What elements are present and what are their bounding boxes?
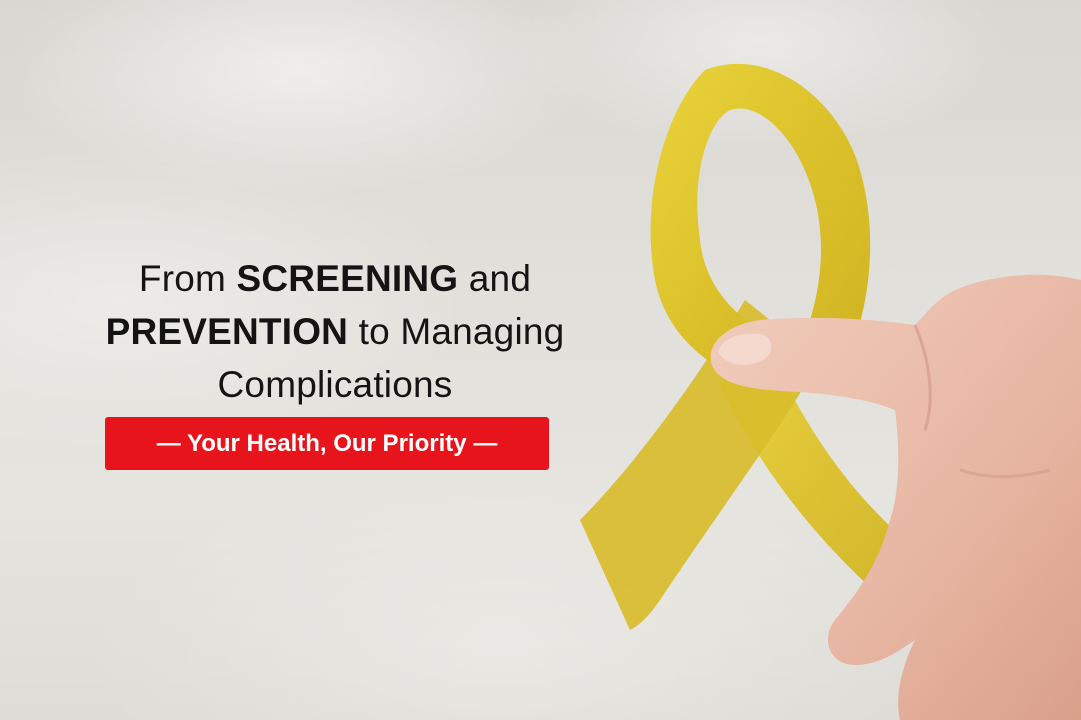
headline-line-3: Complications: [217, 364, 453, 405]
headline-line-1-post: and: [458, 258, 532, 299]
headline: From SCREENING and PREVENTION to Managin…: [40, 252, 630, 411]
headline-line-2: PREVENTION to Managing: [40, 305, 630, 358]
headline-line-1-pre: From: [138, 258, 237, 299]
tagline-badge: — Your Health, Our Priority —: [105, 417, 549, 470]
headline-line-2-post: to Managing: [348, 311, 565, 352]
awareness-banner: From SCREENING and PREVENTION to Managin…: [0, 0, 1081, 720]
headline-keyword-screening: SCREENING: [236, 258, 459, 299]
headline-keyword-prevention: PREVENTION: [105, 311, 349, 352]
headline-line-1: From SCREENING and: [40, 252, 630, 305]
